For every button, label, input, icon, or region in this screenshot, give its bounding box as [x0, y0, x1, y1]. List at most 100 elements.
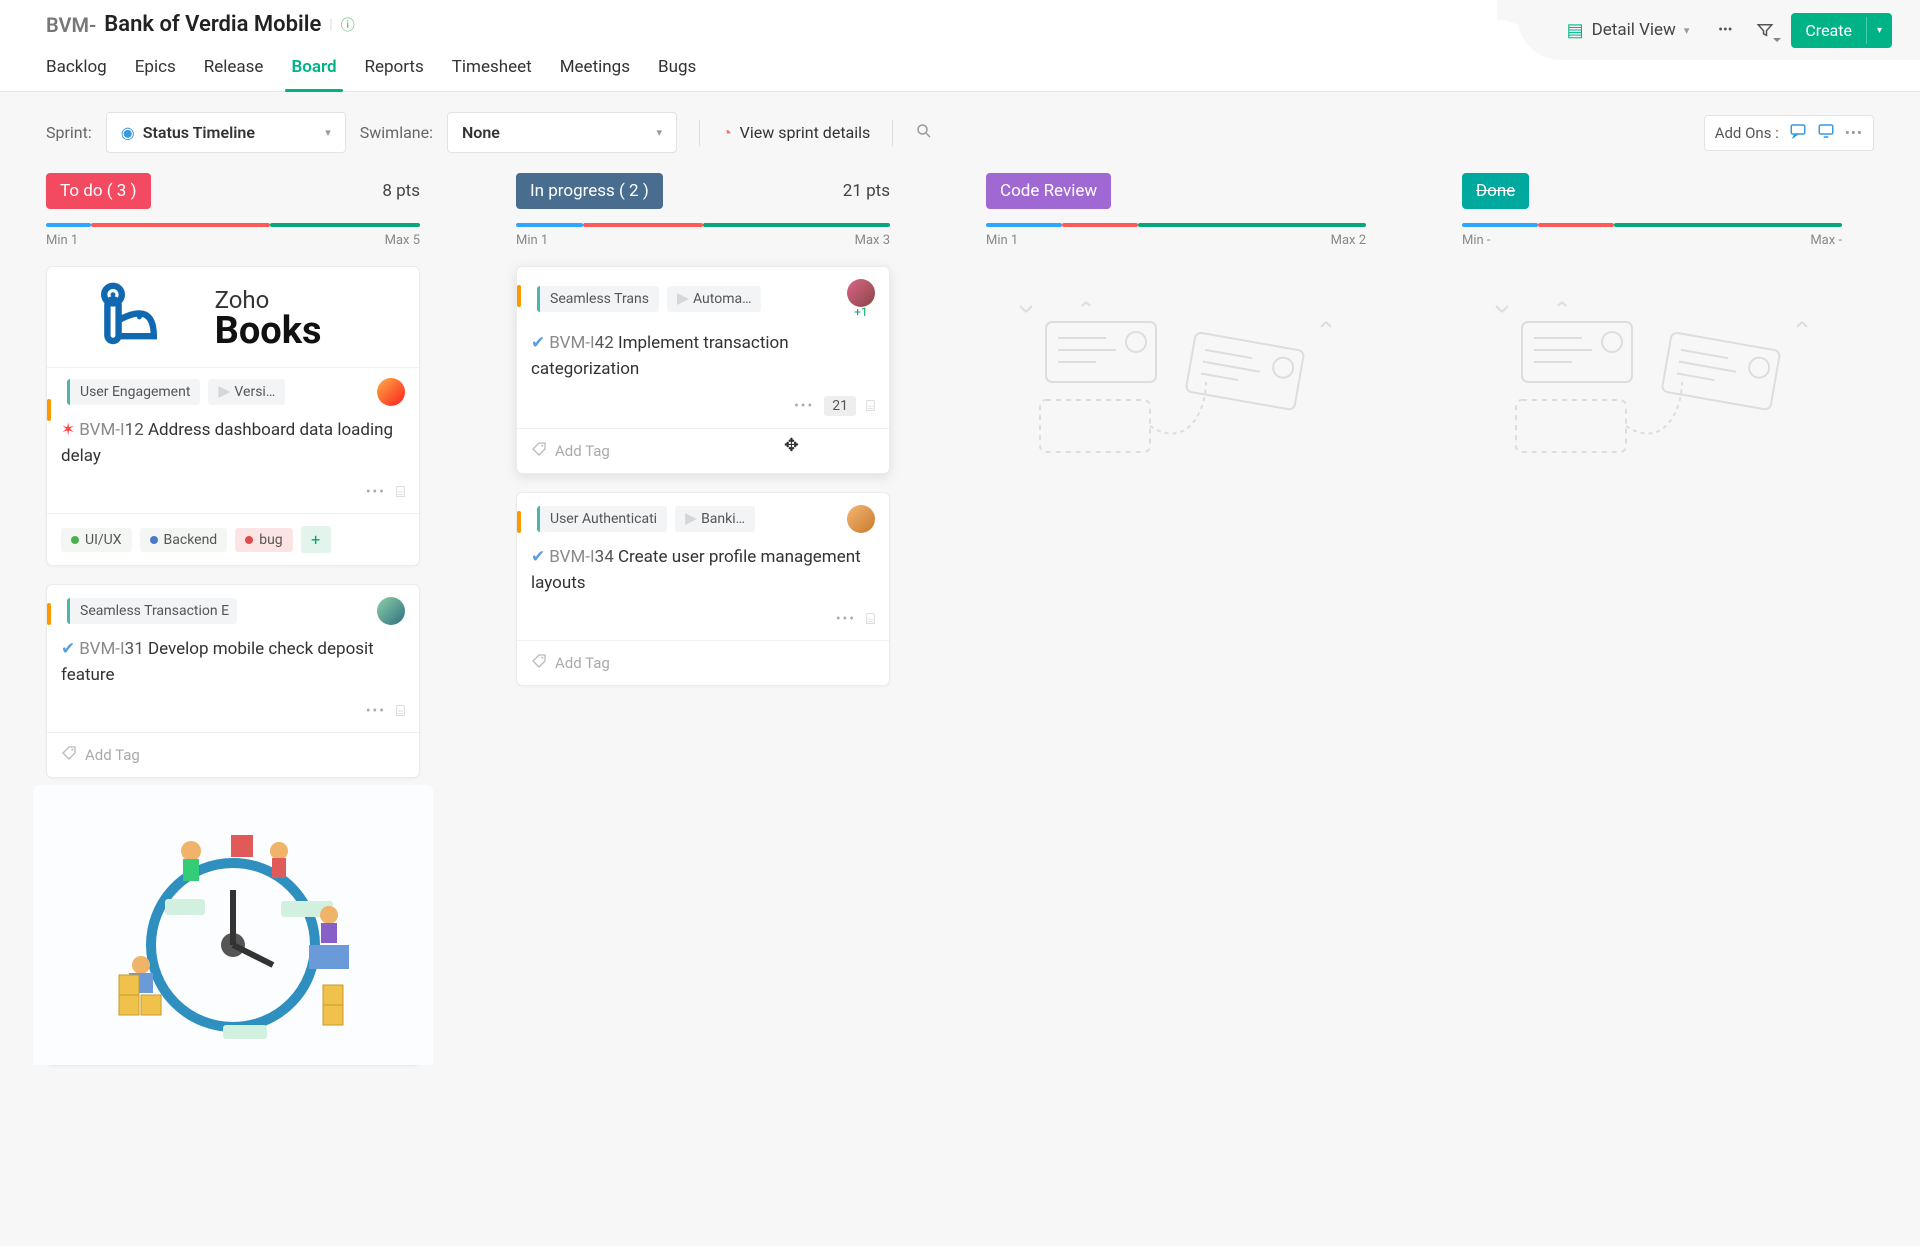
avatar[interactable]	[847, 279, 875, 307]
card-more-icon[interactable]: •••	[366, 484, 386, 500]
column-inprogress: In progress ( 2 ) 21 pts Min 1 Max 3 Sea…	[516, 173, 890, 686]
release-chip[interactable]: Versi…	[208, 379, 285, 405]
column-done-header[interactable]: Done	[1462, 173, 1529, 209]
search-icon[interactable]	[915, 122, 933, 144]
add-tag-button[interactable]: Add Tag	[555, 654, 610, 672]
max-label: Max 3	[855, 233, 890, 248]
wip-bar	[46, 223, 420, 227]
tag-backend[interactable]: Backend	[140, 528, 228, 552]
avatar[interactable]	[847, 505, 875, 533]
clock-icon: ◔	[722, 123, 732, 143]
tag-uiux[interactable]: UI/UX	[61, 528, 132, 552]
epic-chip[interactable]: User Authenticati	[537, 506, 667, 532]
add-tag-button[interactable]: +	[301, 526, 331, 553]
wip-bar	[516, 223, 890, 227]
swimlane-dropdown[interactable]: None ▾	[447, 112, 677, 153]
avatar-more-count[interactable]: +1	[854, 305, 868, 319]
epic-chip[interactable]: User Engagement	[67, 379, 200, 405]
header-left: BVM- Bank of Verdia Mobile | ⓘ Backlog E…	[46, 0, 1517, 91]
addon-chat-icon[interactable]	[1789, 122, 1807, 144]
more-icon[interactable]: •••	[1711, 16, 1739, 44]
detail-view-dropdown[interactable]: ▤ Detail View ▾	[1557, 14, 1700, 47]
column-todo-header[interactable]: To do ( 3 )	[46, 173, 151, 209]
view-sprint-details[interactable]: ◔ View sprint details	[722, 123, 870, 143]
min-label: Min -	[1462, 233, 1491, 248]
board-card[interactable]: Seamless Transaction E ✔BVM-I31 Develop …	[46, 584, 420, 778]
toolbar-divider	[892, 120, 893, 146]
min-label: Min 1	[46, 233, 78, 248]
detail-view-label: Detail View	[1592, 20, 1676, 40]
tag-icon	[531, 441, 547, 461]
create-button-label[interactable]: Create	[1791, 13, 1866, 48]
filter-icon[interactable]	[1751, 16, 1779, 44]
project-name: Bank of Verdia Mobile	[104, 12, 321, 37]
tab-reports[interactable]: Reports	[365, 49, 424, 91]
tag-icon	[61, 745, 77, 765]
board-card[interactable]: User Authenticati Banki… ✔BVM-I34 Create…	[516, 492, 890, 686]
estimate-icon[interactable]: ⌸	[396, 483, 405, 501]
create-button[interactable]: Create ▾	[1791, 13, 1892, 48]
task-icon: ✔	[61, 639, 75, 659]
move-cursor-icon: ✥	[784, 435, 799, 456]
story-points: 21	[824, 396, 856, 416]
card-tags: Add Tag	[517, 640, 889, 685]
chevron-down-icon: ▾	[656, 126, 662, 139]
card-tags: Add Tag	[47, 732, 419, 777]
card-more-icon[interactable]: •••	[366, 703, 386, 719]
task-icon: ✔	[531, 547, 545, 567]
column-todo-points: 8 pts	[382, 181, 420, 201]
epic-chip[interactable]: Seamless Transaction E	[67, 598, 237, 624]
toolbar-divider	[699, 120, 700, 146]
addons-more-icon[interactable]: •••	[1845, 124, 1863, 142]
column-inprogress-points: 21 pts	[843, 181, 890, 201]
epic-chip[interactable]: Seamless Trans	[537, 286, 659, 312]
add-tag-button[interactable]: Add Tag	[555, 442, 610, 460]
tag-bug[interactable]: bug	[235, 528, 292, 552]
add-tag-button[interactable]: Add Tag	[85, 746, 140, 764]
addons-label: Add Ons :	[1715, 124, 1779, 142]
column-inprogress-header[interactable]: In progress ( 2 )	[516, 173, 663, 209]
header-right: ▤ Detail View ▾ ••• Create ▾	[1517, 0, 1920, 60]
wip-bar	[986, 223, 1366, 227]
estimate-icon[interactable]: ⌸	[866, 610, 875, 628]
tab-epics[interactable]: Epics	[135, 49, 176, 91]
card-title: ✔BVM-I31 Develop mobile check deposit fe…	[61, 637, 405, 688]
release-chip[interactable]: Automa…	[667, 286, 761, 312]
card-more-icon[interactable]: •••	[794, 398, 814, 414]
tab-board[interactable]: Board	[291, 49, 336, 91]
tab-release[interactable]: Release	[204, 49, 264, 91]
tab-backlog[interactable]: Backlog	[46, 49, 107, 91]
toolbar-right: Add Ons : •••	[1704, 115, 1874, 151]
swimlane-label: Swimlane:	[360, 123, 433, 142]
max-label: Max 5	[385, 233, 420, 248]
addon-screen-icon[interactable]	[1817, 122, 1835, 144]
estimate-icon[interactable]: ⌸	[396, 702, 405, 720]
header-divider: |	[329, 17, 332, 33]
estimate-icon[interactable]: ⌸	[866, 397, 875, 415]
card-tags: Add Tag ✥	[517, 428, 889, 473]
avatar[interactable]	[377, 597, 405, 625]
toolbar: Sprint: ◉ Status Timeline ▾ Swimlane: No…	[0, 92, 1920, 173]
tab-meetings[interactable]: Meetings	[560, 49, 630, 91]
sprint-label: Sprint:	[46, 123, 92, 142]
board-card[interactable]: Seamless Trans Automa… +1 ✔BVM-I42 Imple…	[516, 266, 890, 474]
create-button-chevron[interactable]: ▾	[1866, 17, 1892, 44]
chevron-down-icon: ▾	[1684, 24, 1690, 37]
column-codereview-header[interactable]: Code Review	[986, 173, 1111, 209]
project-title: BVM- Bank of Verdia Mobile | ⓘ	[46, 0, 1517, 43]
card-title: ✶BVM-I12 Address dashboard data loading …	[61, 418, 405, 469]
release-chip[interactable]: Banki…	[675, 506, 755, 532]
view-sprint-label: View sprint details	[740, 123, 871, 142]
board-card[interactable]	[46, 796, 420, 1066]
card-title: ✔BVM-I34 Create user profile management …	[531, 545, 875, 596]
tab-bugs[interactable]: Bugs	[658, 49, 696, 91]
bug-icon: ✶	[61, 420, 75, 440]
card-more-icon[interactable]: •••	[836, 611, 856, 627]
tab-timesheet[interactable]: Timesheet	[452, 49, 532, 91]
column-codereview: Code Review Min 1 Max 2	[986, 173, 1366, 462]
sprint-dropdown[interactable]: ◉ Status Timeline ▾	[106, 112, 346, 153]
info-icon[interactable]: ⓘ	[341, 15, 355, 35]
column-done: Done Min - Max -	[1462, 173, 1842, 462]
avatar[interactable]	[377, 378, 405, 406]
board-card[interactable]: Zoho Books User Engagement Versi… ✶BVM-I…	[46, 266, 420, 566]
